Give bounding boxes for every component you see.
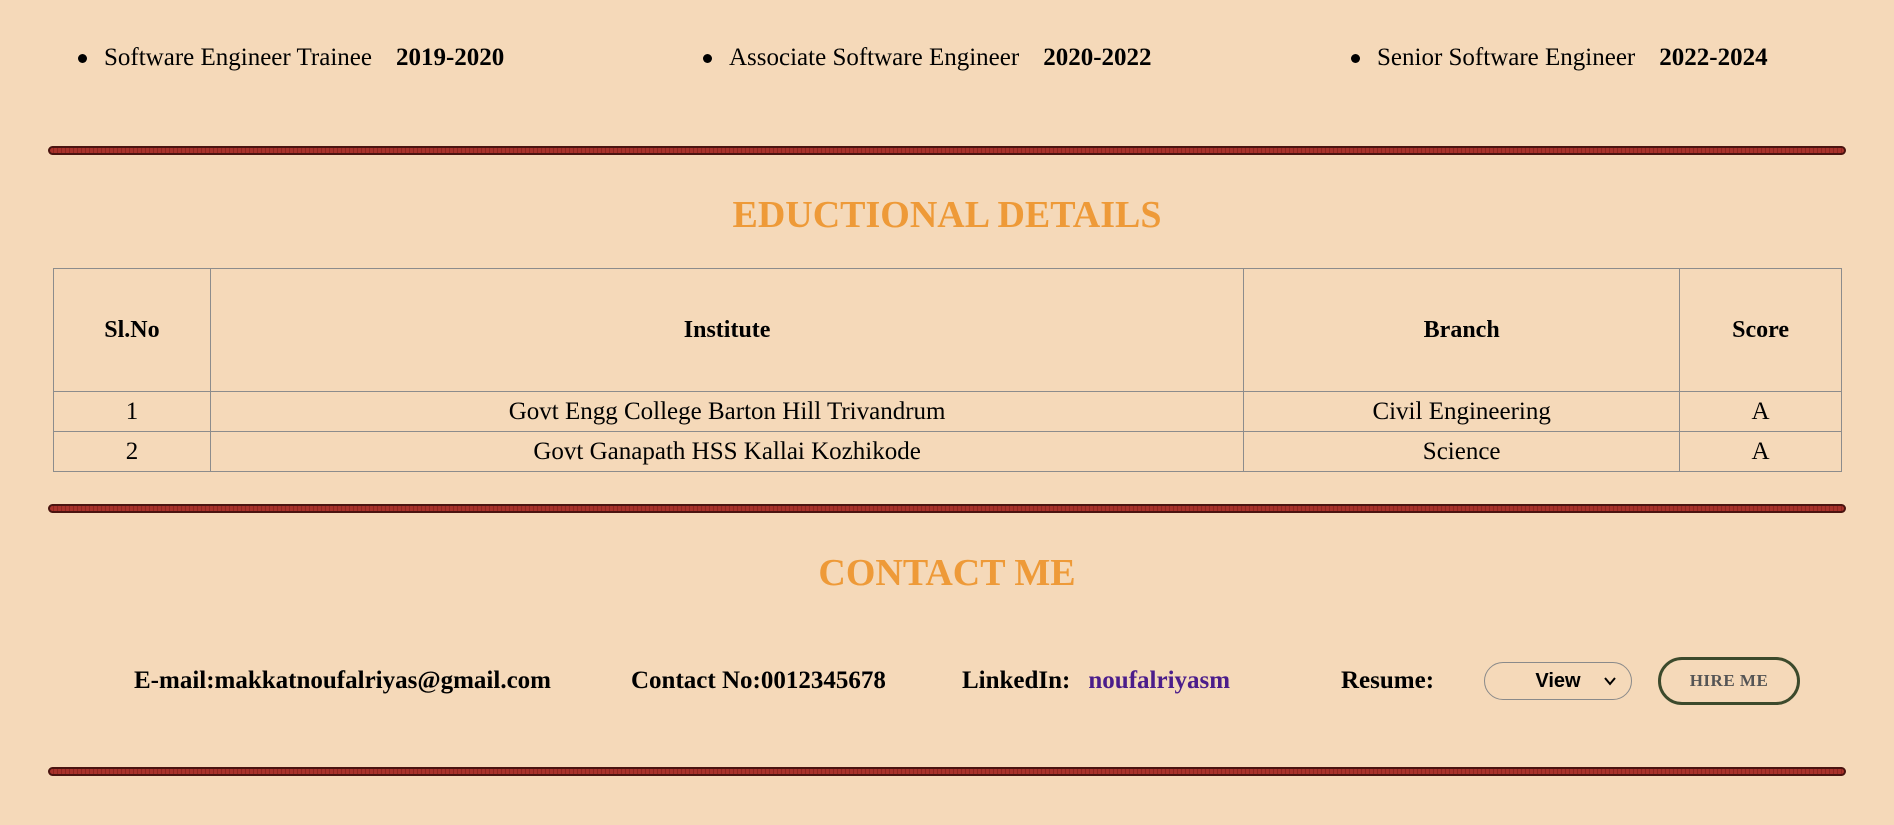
cell-score: A [1679,431,1842,472]
hire-me-button[interactable]: HIRE ME [1658,657,1800,705]
experience-item: Senior Software Engineer 2022-2024 [1351,44,1768,72]
table-row: 2 Govt Ganapath HSS Kallai Kozhikode Sci… [53,431,1842,472]
bullet-icon [78,53,87,63]
linkedin-label: LinkedIn: [962,667,1071,694]
experience-years: 2022-2024 [1659,44,1768,71]
experience-list: Software Engineer Trainee 2019-2020 Asso… [0,44,1894,78]
table-row: 1 Govt Engg College Barton Hill Trivandr… [53,391,1842,432]
contact-phone: Contact No:0012345678 [631,667,886,694]
experience-years: 2020-2022 [1043,44,1152,71]
cell-institute: Govt Engg College Barton Hill Trivandrum [209,391,1245,432]
bullet-icon [703,53,712,63]
cell-branch: Science [1243,431,1681,472]
column-header-branch: Branch [1243,268,1681,392]
resume-selected-value: View [1535,669,1581,692]
cell-branch: Civil Engineering [1243,391,1681,432]
experience-item: Software Engineer Trainee 2019-2020 [78,44,504,72]
column-header-slno: Sl.No [53,268,211,392]
bullet-icon [1351,53,1360,63]
chevron-down-icon [1604,677,1616,686]
contact-linkedin: LinkedIn: noufalriyasm [962,657,1230,705]
resume-label: Resume: [1341,667,1435,694]
contact-email: E-mail:makkatnoufalriyas@gmail.com [134,667,551,694]
education-table: Sl.No Institute Branch Score 1 Govt Engg… [53,268,1842,472]
experience-role: Senior Software Engineer [1377,44,1636,71]
experience-years: 2019-2020 [395,44,505,71]
linkedin-link[interactable]: noufalriyasm [1088,667,1230,695]
column-header-score: Score [1679,268,1842,392]
resume-select[interactable]: View [1484,662,1632,700]
cell-score: A [1679,391,1842,432]
table-header-row: Sl.No Institute Branch Score [53,268,1842,392]
cell-slno: 2 [53,431,211,472]
cell-slno: 1 [53,391,211,432]
section-divider [48,767,1846,776]
education-title: EDUCTIONAL DETAILS [732,194,1162,236]
column-header-institute: Institute [209,268,1245,392]
section-divider [48,146,1846,155]
section-divider [48,504,1846,513]
experience-item: Associate Software Engineer 2020-2022 [703,44,1152,72]
contact-title: CONTACT ME [818,552,1076,594]
contact-row: E-mail:makkatnoufalriyas@gmail.com Conta… [0,657,1894,705]
experience-role: Software Engineer Trainee [104,44,372,71]
experience-role: Associate Software Engineer [729,44,1020,71]
cell-institute: Govt Ganapath HSS Kallai Kozhikode [209,431,1245,472]
